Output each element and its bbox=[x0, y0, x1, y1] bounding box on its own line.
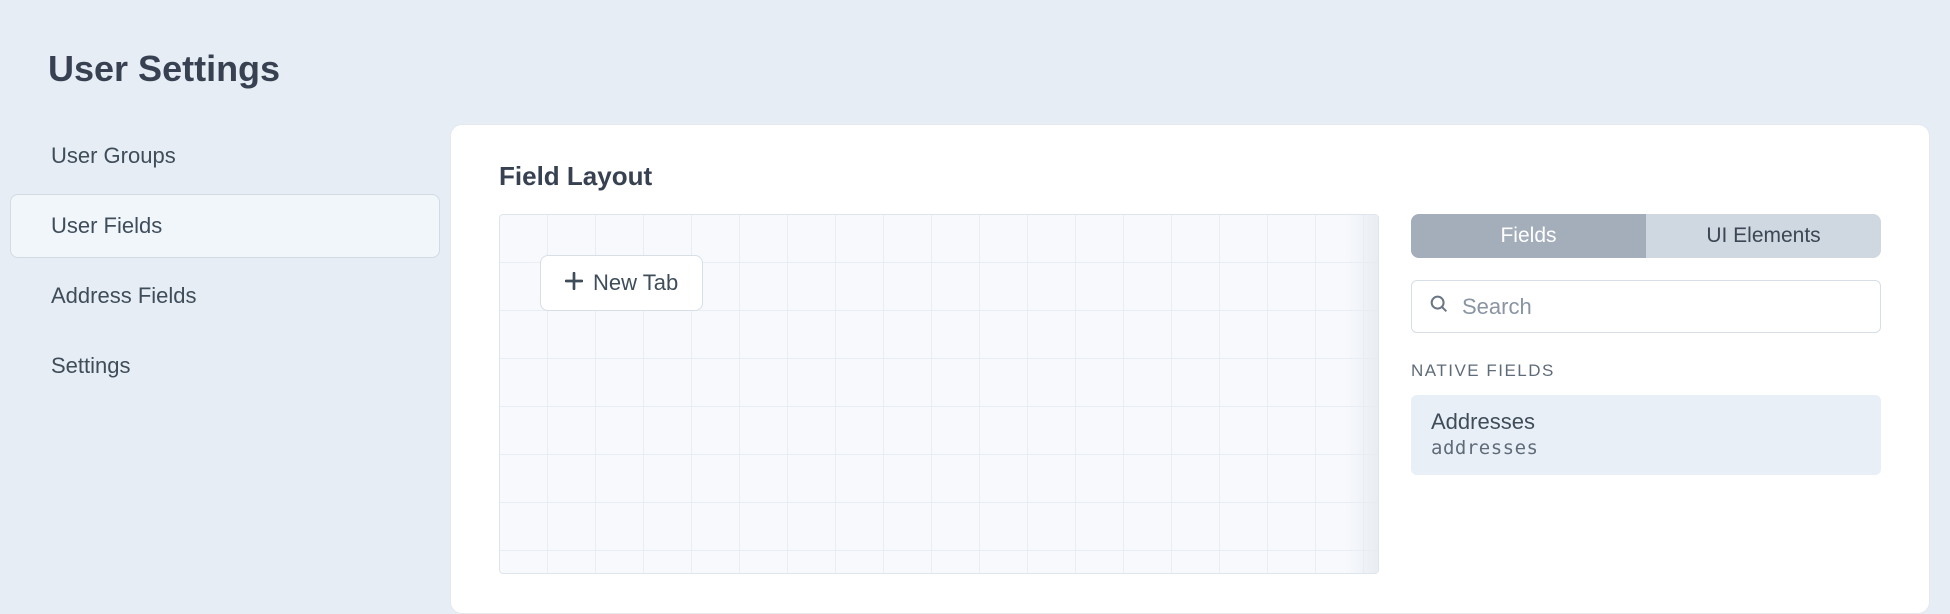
native-field-title: Addresses bbox=[1431, 409, 1861, 435]
main-panel: Field Layout New Tab Fields UI Elements bbox=[450, 124, 1930, 614]
new-tab-label: New Tab bbox=[593, 270, 678, 296]
native-field-handle: addresses bbox=[1431, 437, 1861, 459]
sidebar: User Groups User Fields Address Fields S… bbox=[0, 124, 450, 404]
tab-fields[interactable]: Fields bbox=[1411, 214, 1646, 258]
sidebar-item-settings[interactable]: Settings bbox=[10, 334, 440, 398]
page-title: User Settings bbox=[0, 0, 1950, 90]
field-layout-row: New Tab Fields UI Elements NATIVE FIELDS… bbox=[499, 214, 1881, 574]
section-title: Field Layout bbox=[499, 161, 1881, 192]
sidebar-item-address-fields[interactable]: Address Fields bbox=[10, 264, 440, 328]
layout-grid[interactable]: New Tab bbox=[499, 214, 1379, 574]
tab-toggle: Fields UI Elements bbox=[1411, 214, 1881, 258]
search-input[interactable] bbox=[1462, 294, 1864, 320]
right-panel: Fields UI Elements NATIVE FIELDS Address… bbox=[1411, 214, 1881, 574]
native-field-addresses[interactable]: Addresses addresses bbox=[1411, 395, 1881, 475]
new-tab-button[interactable]: New Tab bbox=[540, 255, 703, 311]
plus-icon bbox=[565, 272, 583, 294]
tab-ui-elements[interactable]: UI Elements bbox=[1646, 214, 1881, 258]
search-wrap[interactable] bbox=[1411, 280, 1881, 333]
sidebar-item-user-fields[interactable]: User Fields bbox=[10, 194, 440, 258]
native-fields-label: NATIVE FIELDS bbox=[1411, 361, 1881, 381]
sidebar-item-user-groups[interactable]: User Groups bbox=[10, 124, 440, 188]
search-icon bbox=[1428, 293, 1450, 320]
layout: User Groups User Fields Address Fields S… bbox=[0, 90, 1950, 614]
